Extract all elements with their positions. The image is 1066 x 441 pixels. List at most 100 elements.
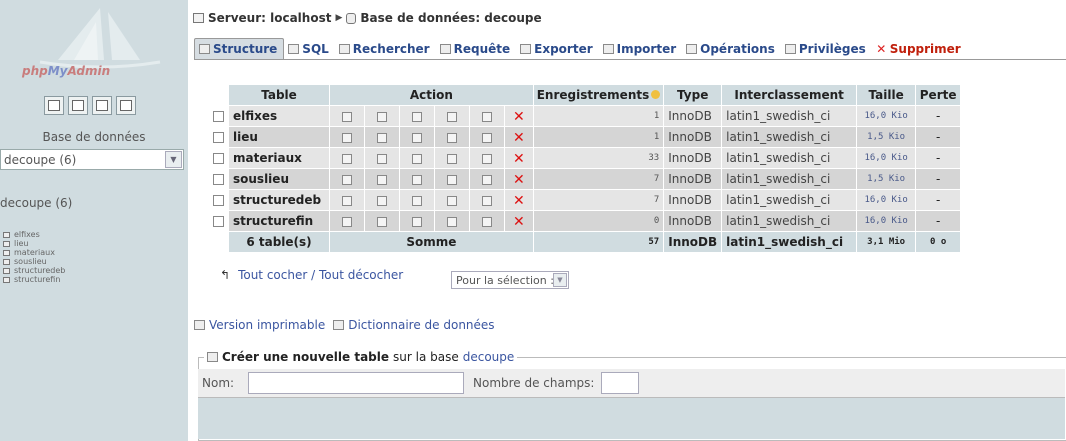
action-insert[interactable] (435, 211, 469, 231)
breadcrumb-database[interactable]: Base de données: decoupe (360, 11, 541, 25)
table-list-item[interactable]: structuredeb (3, 266, 65, 275)
action-browse[interactable] (330, 127, 364, 147)
action-drop[interactable]: ✕ (505, 190, 533, 210)
database-select[interactable]: decoupe (6) ▼ (0, 149, 184, 170)
table-name-input[interactable] (248, 372, 464, 394)
action-empty[interactable] (470, 106, 504, 126)
breadcrumb-server[interactable]: Serveur: localhost (208, 11, 331, 25)
table-icon[interactable] (3, 249, 10, 256)
tab-drop[interactable]: ✕ Supprimer (872, 38, 967, 59)
row-size[interactable]: 16,0 Kio (857, 190, 916, 210)
check-all-link[interactable]: Tout cocher / Tout décocher (238, 268, 403, 282)
row-table-name[interactable]: structurefin (229, 211, 329, 231)
action-drop[interactable]: ✕ (505, 148, 533, 168)
action-empty[interactable] (470, 127, 504, 147)
empty-icon[interactable] (482, 132, 492, 143)
row-size[interactable]: 16,0 Kio (857, 148, 916, 168)
chevron-down-icon[interactable]: ▼ (165, 151, 182, 168)
structure-icon[interactable] (377, 174, 387, 185)
action-browse[interactable] (330, 211, 364, 231)
search-icon[interactable] (412, 174, 422, 185)
header-table[interactable]: Table (229, 85, 329, 105)
row-size[interactable]: 1,5 Kio (857, 127, 916, 147)
tab-export[interactable]: Exporter (516, 38, 598, 59)
insert-icon[interactable] (447, 132, 457, 143)
action-search[interactable] (400, 211, 434, 231)
table-icon[interactable] (3, 240, 10, 247)
browse-icon[interactable] (342, 132, 352, 143)
phpmyadmin-logo[interactable]: phpMyAdmin (0, 0, 188, 90)
tab-sql[interactable]: SQL (284, 38, 335, 59)
row-checkbox[interactable] (213, 111, 224, 122)
with-selected-select[interactable]: Pour la sélection : ▼ (451, 271, 569, 289)
action-structure[interactable] (365, 169, 399, 189)
action-insert[interactable] (435, 148, 469, 168)
structure-icon[interactable] (377, 153, 387, 164)
action-structure[interactable] (365, 211, 399, 231)
docs-icon[interactable] (92, 96, 112, 115)
print-view-link[interactable]: Version imprimable (209, 318, 325, 332)
structure-icon[interactable] (377, 216, 387, 227)
action-browse[interactable] (330, 169, 364, 189)
row-table-name[interactable]: structuredeb (229, 190, 329, 210)
row-table-name[interactable]: materiaux (229, 148, 329, 168)
empty-icon[interactable] (482, 174, 492, 185)
structure-icon[interactable] (377, 195, 387, 206)
header-records[interactable]: Enregistrements (533, 85, 664, 105)
action-search[interactable] (400, 148, 434, 168)
insert-icon[interactable] (447, 195, 457, 206)
tab-query[interactable]: Requête (436, 38, 517, 59)
action-insert[interactable] (435, 169, 469, 189)
insert-icon[interactable] (447, 111, 457, 122)
row-size[interactable]: 16,0 Kio (857, 106, 916, 126)
table-icon[interactable] (3, 276, 10, 283)
search-icon[interactable] (412, 195, 422, 206)
row-checkbox[interactable] (213, 195, 224, 206)
tab-structure[interactable]: Structure (194, 38, 285, 59)
action-search[interactable] (400, 190, 434, 210)
action-browse[interactable] (330, 190, 364, 210)
action-structure[interactable] (365, 148, 399, 168)
insert-icon[interactable] (447, 216, 457, 227)
row-size[interactable]: 16,0 Kio (857, 211, 916, 231)
action-drop[interactable]: ✕ (505, 169, 533, 189)
help-icon[interactable] (651, 90, 661, 99)
action-empty[interactable] (470, 148, 504, 168)
action-search[interactable] (400, 106, 434, 126)
action-empty[interactable] (470, 211, 504, 231)
table-icon[interactable] (3, 267, 10, 274)
row-table-name[interactable]: elfixes (229, 106, 329, 126)
action-structure[interactable] (365, 106, 399, 126)
tab-import[interactable]: Importer (599, 38, 683, 59)
home-icon[interactable] (44, 96, 64, 115)
action-browse[interactable] (330, 148, 364, 168)
query-window-icon[interactable] (68, 96, 88, 115)
action-drop[interactable]: ✕ (505, 211, 533, 231)
field-count-input[interactable] (601, 372, 639, 394)
table-icon[interactable] (3, 231, 10, 238)
drop-icon[interactable]: ✕ (513, 173, 525, 187)
search-icon[interactable] (412, 216, 422, 227)
action-structure[interactable] (365, 190, 399, 210)
action-insert[interactable] (435, 106, 469, 126)
empty-icon[interactable] (482, 195, 492, 206)
action-empty[interactable] (470, 190, 504, 210)
structure-icon[interactable] (377, 132, 387, 143)
table-list-item[interactable]: materiaux (3, 248, 65, 257)
action-empty[interactable] (470, 169, 504, 189)
action-drop[interactable]: ✕ (505, 106, 533, 126)
search-icon[interactable] (412, 153, 422, 164)
action-drop[interactable]: ✕ (505, 127, 533, 147)
table-list-item[interactable]: souslieu (3, 257, 65, 266)
browse-icon[interactable] (342, 153, 352, 164)
search-icon[interactable] (412, 132, 422, 143)
insert-icon[interactable] (447, 174, 457, 185)
drop-icon[interactable]: ✕ (513, 152, 525, 166)
empty-icon[interactable] (482, 111, 492, 122)
drop-icon[interactable]: ✕ (513, 131, 525, 145)
row-table-name[interactable]: lieu (229, 127, 329, 147)
data-dictionary-link[interactable]: Dictionnaire de données (348, 318, 494, 332)
action-search[interactable] (400, 127, 434, 147)
row-checkbox[interactable] (213, 216, 224, 227)
action-browse[interactable] (330, 106, 364, 126)
